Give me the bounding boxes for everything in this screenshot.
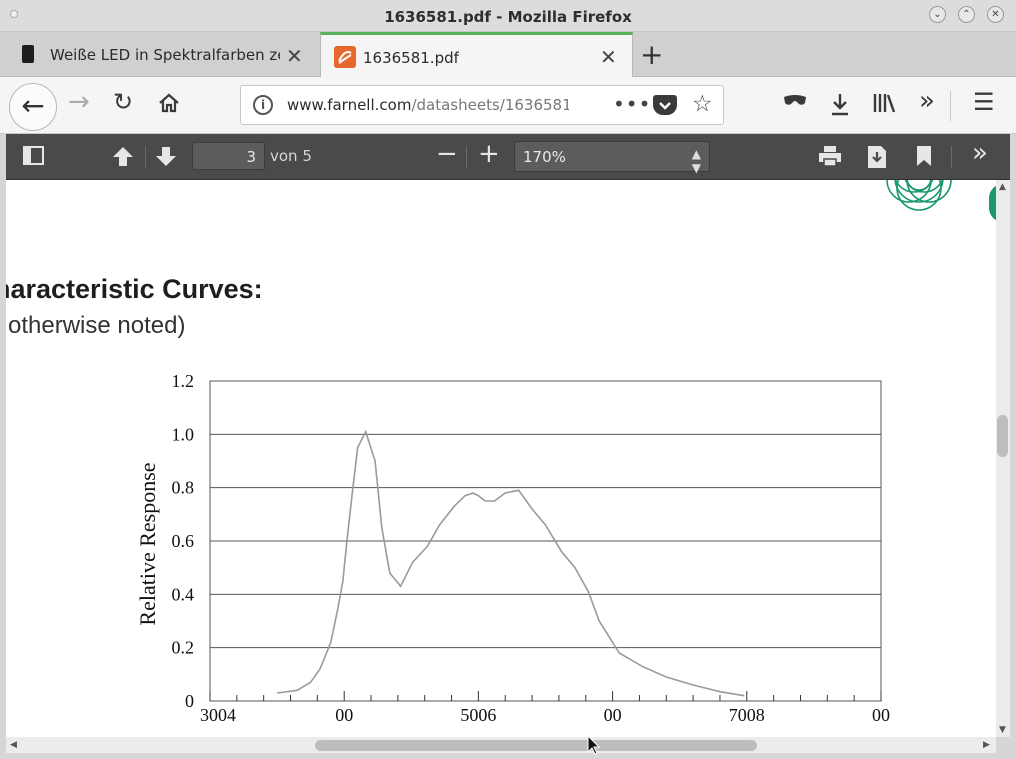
previous-page-button[interactable] (112, 145, 134, 172)
save-pdf-button[interactable] (866, 145, 888, 174)
x-tick-label: 00 (872, 705, 890, 725)
select-arrow-icon: ▲ ▼ (691, 147, 701, 175)
tab-label: 1636581.pdf (363, 49, 459, 67)
toolbar-divider (145, 146, 146, 168)
y-tick-label: 0.8 (172, 478, 195, 498)
new-tab-button[interactable]: + (640, 38, 663, 71)
y-tick-label: 1.2 (172, 371, 195, 391)
download-icon (832, 94, 848, 116)
x-tick-label: 5006 (460, 705, 496, 725)
scroll-up-arrow-icon[interactable]: ▲ (999, 182, 1006, 192)
y-axis-label: Relative Response (135, 462, 160, 625)
scroll-right-arrow-icon[interactable]: ▶ (983, 740, 990, 750)
y-tick-label: 0.2 (172, 638, 195, 658)
navigation-bar: ← → ↻ i www.farnell.com/datasheets/16365… (0, 77, 1016, 134)
tools-button[interactable]: » (972, 138, 988, 168)
bookmark-button[interactable] (916, 145, 932, 172)
x-tick-label: 00 (604, 705, 622, 725)
close-tab-icon[interactable]: ✕ (286, 44, 303, 68)
window-titlebar: 1636581.pdf - Mozilla Firefox ⌄ ⌃ ✕ (0, 0, 1016, 32)
toolbar-divider (466, 146, 467, 168)
zoom-select[interactable]: 170% ▲ ▼ (514, 141, 710, 175)
minimize-button[interactable]: ⌄ (929, 6, 946, 23)
page-count-label: von 5 (270, 147, 312, 165)
pdf-toolbar: 3 von 5 − + 170% ▲ ▼ » (6, 134, 1010, 180)
x-tick-label: 3004 (200, 705, 236, 725)
x-tick-label: 00 (335, 705, 353, 725)
y-tick-label: 0.6 (172, 531, 195, 551)
arrow-down-icon (156, 147, 176, 166)
zoom-in-button[interactable]: + (478, 139, 500, 169)
bookmark-star-icon[interactable]: ☆ (692, 91, 713, 117)
url-bar[interactable]: i www.farnell.com/datasheets/1636581.p •… (240, 85, 724, 125)
forward-button[interactable]: → (68, 87, 90, 117)
private-mask-icon[interactable] (782, 90, 808, 118)
pdf-favicon-icon (334, 46, 356, 68)
y-tick-label: 0 (185, 691, 194, 711)
zoom-value: 170% (523, 148, 566, 166)
printer-icon (819, 146, 841, 167)
reload-button[interactable]: ↻ (113, 88, 133, 116)
y-tick-label: 0.4 (172, 584, 195, 604)
site-info-icon[interactable]: i (253, 95, 273, 115)
library-button[interactable] (872, 91, 898, 121)
scroll-left-arrow-icon[interactable]: ◀ (10, 740, 17, 750)
pdf-page: haracteristic Curves: otherwise noted) 1… (6, 180, 996, 737)
site-favicon-icon (22, 45, 34, 63)
mouse-cursor-icon (587, 735, 601, 755)
back-button[interactable]: ← (9, 83, 57, 131)
horizontal-scrollbar[interactable]: ◀ ▶ (6, 737, 996, 753)
vertical-scroll-thumb[interactable] (997, 415, 1008, 457)
home-button[interactable] (157, 91, 181, 121)
toolbar-divider (951, 146, 952, 168)
window-title: 1636581.pdf - Mozilla Firefox (384, 8, 632, 26)
response-chart: 1.2 1.0 0.8 0.6 0.4 0.2 0 3004 00 5006 00 7008 00 R… (135, 371, 890, 725)
tab-led-article[interactable]: Weiße LED in Spektralfarben zer ✕ (8, 32, 318, 77)
hamburger-menu-button[interactable]: ☰ (973, 88, 995, 116)
sidebar-toggle-button[interactable] (23, 146, 45, 171)
scroll-down-arrow-icon[interactable]: ▼ (999, 725, 1006, 735)
library-icon (873, 94, 896, 113)
url-text[interactable]: www.farnell.com/datasheets/1636581.p (287, 96, 569, 114)
next-page-button[interactable] (155, 145, 177, 172)
sidebar-icon (23, 146, 44, 165)
response-curve (276, 429, 745, 697)
tab-label: Weiße LED in Spektralfarben zer (50, 46, 280, 64)
downloads-button[interactable] (829, 91, 851, 123)
bookmark-icon (917, 146, 931, 166)
tab-pdf[interactable]: 1636581.pdf ✕ (320, 32, 633, 78)
home-icon (159, 93, 179, 113)
close-window-button[interactable]: ✕ (987, 6, 1004, 23)
pocket-icon[interactable] (653, 95, 677, 115)
overflow-menu-button[interactable]: » (919, 86, 935, 116)
horizontal-scroll-thumb[interactable] (315, 740, 757, 751)
arrow-up-icon (113, 147, 133, 166)
y-tick-label: 1.0 (172, 424, 195, 444)
close-tab-icon[interactable]: ✕ (600, 45, 617, 69)
page-number-input[interactable]: 3 (192, 142, 265, 170)
toolbar-divider (950, 91, 951, 121)
page-actions-icon[interactable]: ••• (613, 92, 651, 116)
tab-bar: Weiße LED in Spektralfarben zer ✕ 163658… (0, 32, 1016, 78)
vertical-scrollbar[interactable]: ▲ ▼ (996, 180, 1010, 737)
save-icon (868, 146, 886, 168)
zoom-out-button[interactable]: − (436, 139, 458, 169)
print-button[interactable] (818, 145, 842, 172)
maximize-button[interactable]: ⌃ (958, 6, 975, 23)
x-tick-label: 7008 (729, 705, 765, 725)
